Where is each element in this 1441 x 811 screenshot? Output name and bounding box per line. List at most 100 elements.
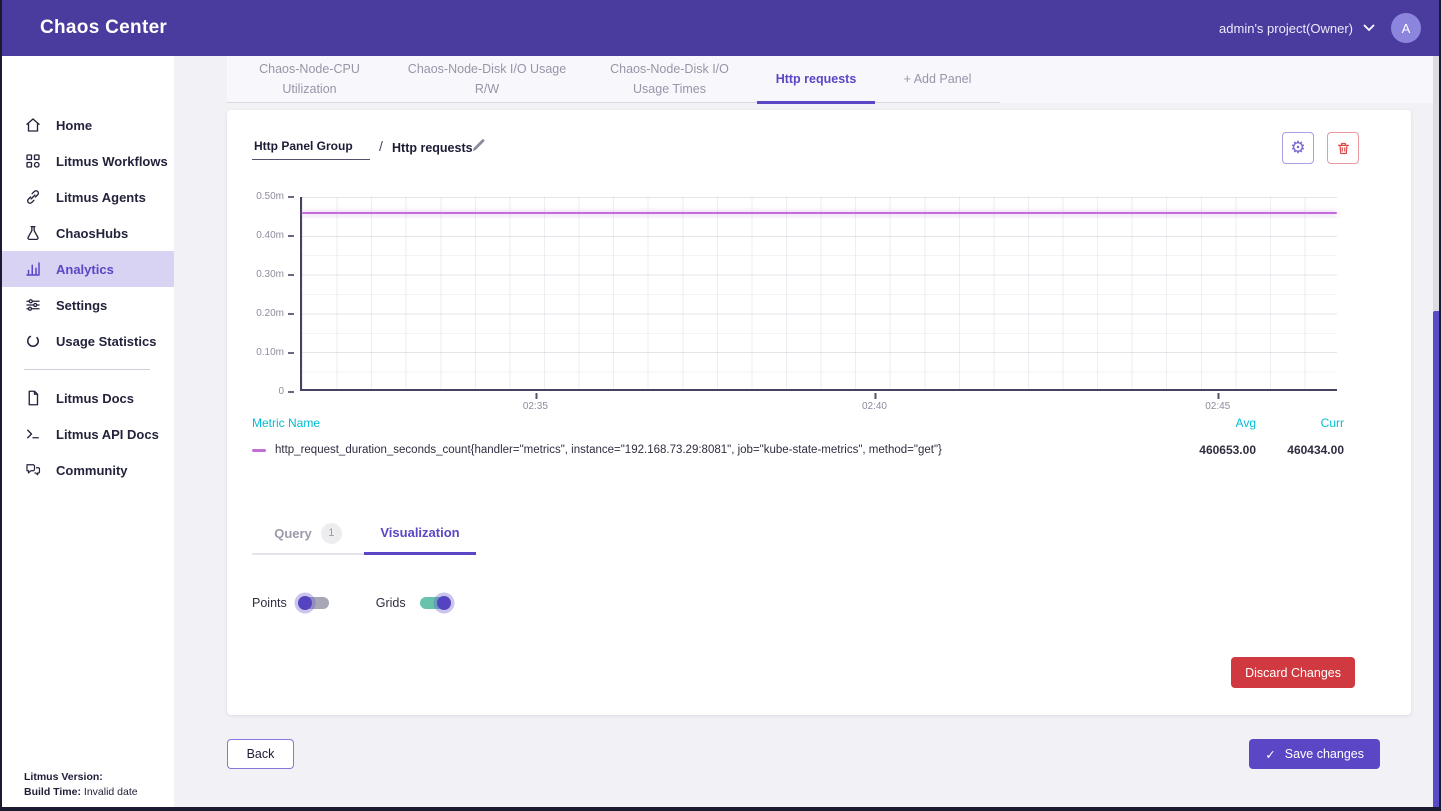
terminal-icon <box>24 425 42 443</box>
sidebar-item-label: Settings <box>56 298 107 313</box>
x-tick-label: 02:35 <box>523 401 548 412</box>
project-name: admin's project(Owner) <box>1219 21 1353 36</box>
sidebar-item-community[interactable]: Community <box>0 452 174 488</box>
window-frame-left <box>0 0 2 811</box>
sidebar-item-label: Community <box>56 463 128 478</box>
panel-tab-disk-io-rw[interactable]: Chaos-Node-Disk I/O Usage R/W <box>392 56 582 104</box>
points-label: Points <box>252 596 287 610</box>
version-info: Litmus Version: Build Time: Invalid date <box>24 770 138 802</box>
sliders-icon <box>24 296 42 314</box>
sidebar-item-label: Litmus Agents <box>56 190 146 205</box>
discard-changes-button[interactable]: Discard Changes <box>1231 657 1355 688</box>
project-selector[interactable]: admin's project(Owner) <box>1219 21 1375 36</box>
sidebar: Home Litmus Workflows Litmus Agents Chao… <box>0 56 174 811</box>
app-header: Chaos Center admin's project(Owner) A <box>0 0 1441 56</box>
sidebar-item-litmus-docs[interactable]: Litmus Docs <box>0 380 174 416</box>
sidebar-item-label: Home <box>56 118 92 133</box>
sidebar-item-litmus-api-docs[interactable]: Litmus API Docs <box>0 416 174 452</box>
avatar[interactable]: A <box>1391 13 1421 43</box>
metric-name-header: Metric Name <box>252 416 1171 430</box>
y-tick-label: 0 <box>278 386 294 397</box>
sidebar-item-label: Analytics <box>56 262 114 277</box>
bar-chart-icon <box>24 260 42 278</box>
main-content: Chaos-Node-CPU Utilization Chaos-Node-Di… <box>174 56 1441 811</box>
grids-label: Grids <box>376 596 406 610</box>
metric-row: http_request_duration_seconds_count{hand… <box>252 443 1344 457</box>
metric-name: http_request_duration_seconds_count{hand… <box>275 444 1171 456</box>
points-option: Points <box>252 596 330 610</box>
gear-icon: ⚙ <box>1290 138 1305 158</box>
breadcrumb-separator: / <box>379 138 383 154</box>
plot-area[interactable] <box>300 197 1337 391</box>
metric-avg-value: 460653.00 <box>1171 443 1256 457</box>
circle-icon <box>24 332 42 350</box>
metric-curr-value: 460434.00 <box>1256 443 1344 457</box>
header-right: admin's project(Owner) A <box>1219 13 1441 43</box>
visualization-options: Points Grids <box>252 596 449 610</box>
legend-header-row: Metric Name Avg Curr <box>252 416 1344 430</box>
version-label: Litmus Version: <box>24 771 103 783</box>
sidebar-item-analytics[interactable]: Analytics <box>0 251 174 287</box>
panel-editor-card: / Http requests ⚙ 0.50m 0.40m 0.30m 0.20… <box>227 110 1411 715</box>
legend-swatch <box>252 449 266 452</box>
document-icon <box>24 389 42 407</box>
y-tick-label: 0.50m <box>256 191 294 202</box>
sidebar-divider <box>24 369 150 370</box>
sidebar-item-label: Litmus Workflows <box>56 154 168 169</box>
tab-visualization[interactable]: Visualization <box>364 513 476 555</box>
avg-header: Avg <box>1171 416 1256 430</box>
grids-option: Grids <box>376 596 449 610</box>
window-frame-bottom <box>0 807 1441 811</box>
panel-tab-http-requests[interactable]: Http requests <box>757 56 875 104</box>
sidebar-item-settings[interactable]: Settings <box>0 287 174 323</box>
app-window: Chaos Center admin's project(Owner) A Ho… <box>0 0 1441 811</box>
check-icon: ✓ <box>1265 747 1275 762</box>
sidebar-item-label: Usage Statistics <box>56 334 156 349</box>
y-tick-label: 0.40m <box>256 230 294 241</box>
tab-query[interactable]: Query 1 <box>252 513 364 555</box>
panel-tab-disk-io-times[interactable]: Chaos-Node-Disk I/O Usage Times <box>582 56 757 104</box>
delete-panel-button[interactable] <box>1327 132 1359 164</box>
trash-icon <box>1336 141 1351 156</box>
build-time-value: Invalid date <box>84 786 138 798</box>
app-title: Chaos Center <box>40 17 167 39</box>
pencil-icon <box>471 137 487 153</box>
metric-legend: Metric Name Avg Curr http_request_durati… <box>252 416 1344 457</box>
sidebar-item-usage-statistics[interactable]: Usage Statistics <box>0 323 174 359</box>
back-button[interactable]: Back <box>227 739 294 769</box>
sidebar-item-label: ChaosHubs <box>56 226 128 241</box>
chat-icon <box>24 461 42 479</box>
editor-tabs: Query 1 Visualization <box>252 513 476 555</box>
save-changes-label: Save changes <box>1285 747 1364 761</box>
grids-toggle[interactable] <box>419 596 449 610</box>
y-tick-label: 0.20m <box>256 308 294 319</box>
query-count-badge: 1 <box>321 523 342 544</box>
flask-icon <box>24 224 42 242</box>
panel-settings-button[interactable]: ⚙ <box>1282 132 1314 164</box>
sidebar-item-litmus-agents[interactable]: Litmus Agents <box>0 179 174 215</box>
x-tick-label: 02:45 <box>1205 401 1230 412</box>
build-time-label: Build Time: <box>24 786 81 798</box>
home-icon <box>24 116 42 134</box>
sidebar-item-home[interactable]: Home <box>0 107 174 143</box>
panel-tab-bar: Chaos-Node-CPU Utilization Chaos-Node-Di… <box>227 56 1441 103</box>
panel-tab-cpu-utilization[interactable]: Chaos-Node-CPU Utilization <box>227 56 392 104</box>
link-icon <box>24 188 42 206</box>
edit-panel-name-button[interactable] <box>471 137 487 158</box>
visualization-tab-label: Visualization <box>380 525 459 540</box>
panel-name: Http requests <box>392 141 473 155</box>
sidebar-item-chaoshubs[interactable]: ChaosHubs <box>0 215 174 251</box>
sidebar-item-litmus-workflows[interactable]: Litmus Workflows <box>0 143 174 179</box>
chart: 0.50m 0.40m 0.30m 0.20m 0.10m 0 02:35 02… <box>252 190 1386 425</box>
add-panel-button[interactable]: + Add Panel <box>875 56 1000 104</box>
y-tick-label: 0.30m <box>256 269 294 280</box>
x-tick-label: 02:40 <box>862 401 887 412</box>
points-toggle[interactable] <box>300 596 330 610</box>
save-changes-button[interactable]: ✓ Save changes <box>1249 739 1380 769</box>
sidebar-item-label: Litmus API Docs <box>56 427 159 442</box>
y-tick-label: 0.10m <box>256 347 294 358</box>
panel-group-name-input[interactable] <box>252 136 370 160</box>
curr-header: Curr <box>1256 416 1344 430</box>
chevron-down-icon <box>1363 24 1375 32</box>
sidebar-item-label: Litmus Docs <box>56 391 134 406</box>
